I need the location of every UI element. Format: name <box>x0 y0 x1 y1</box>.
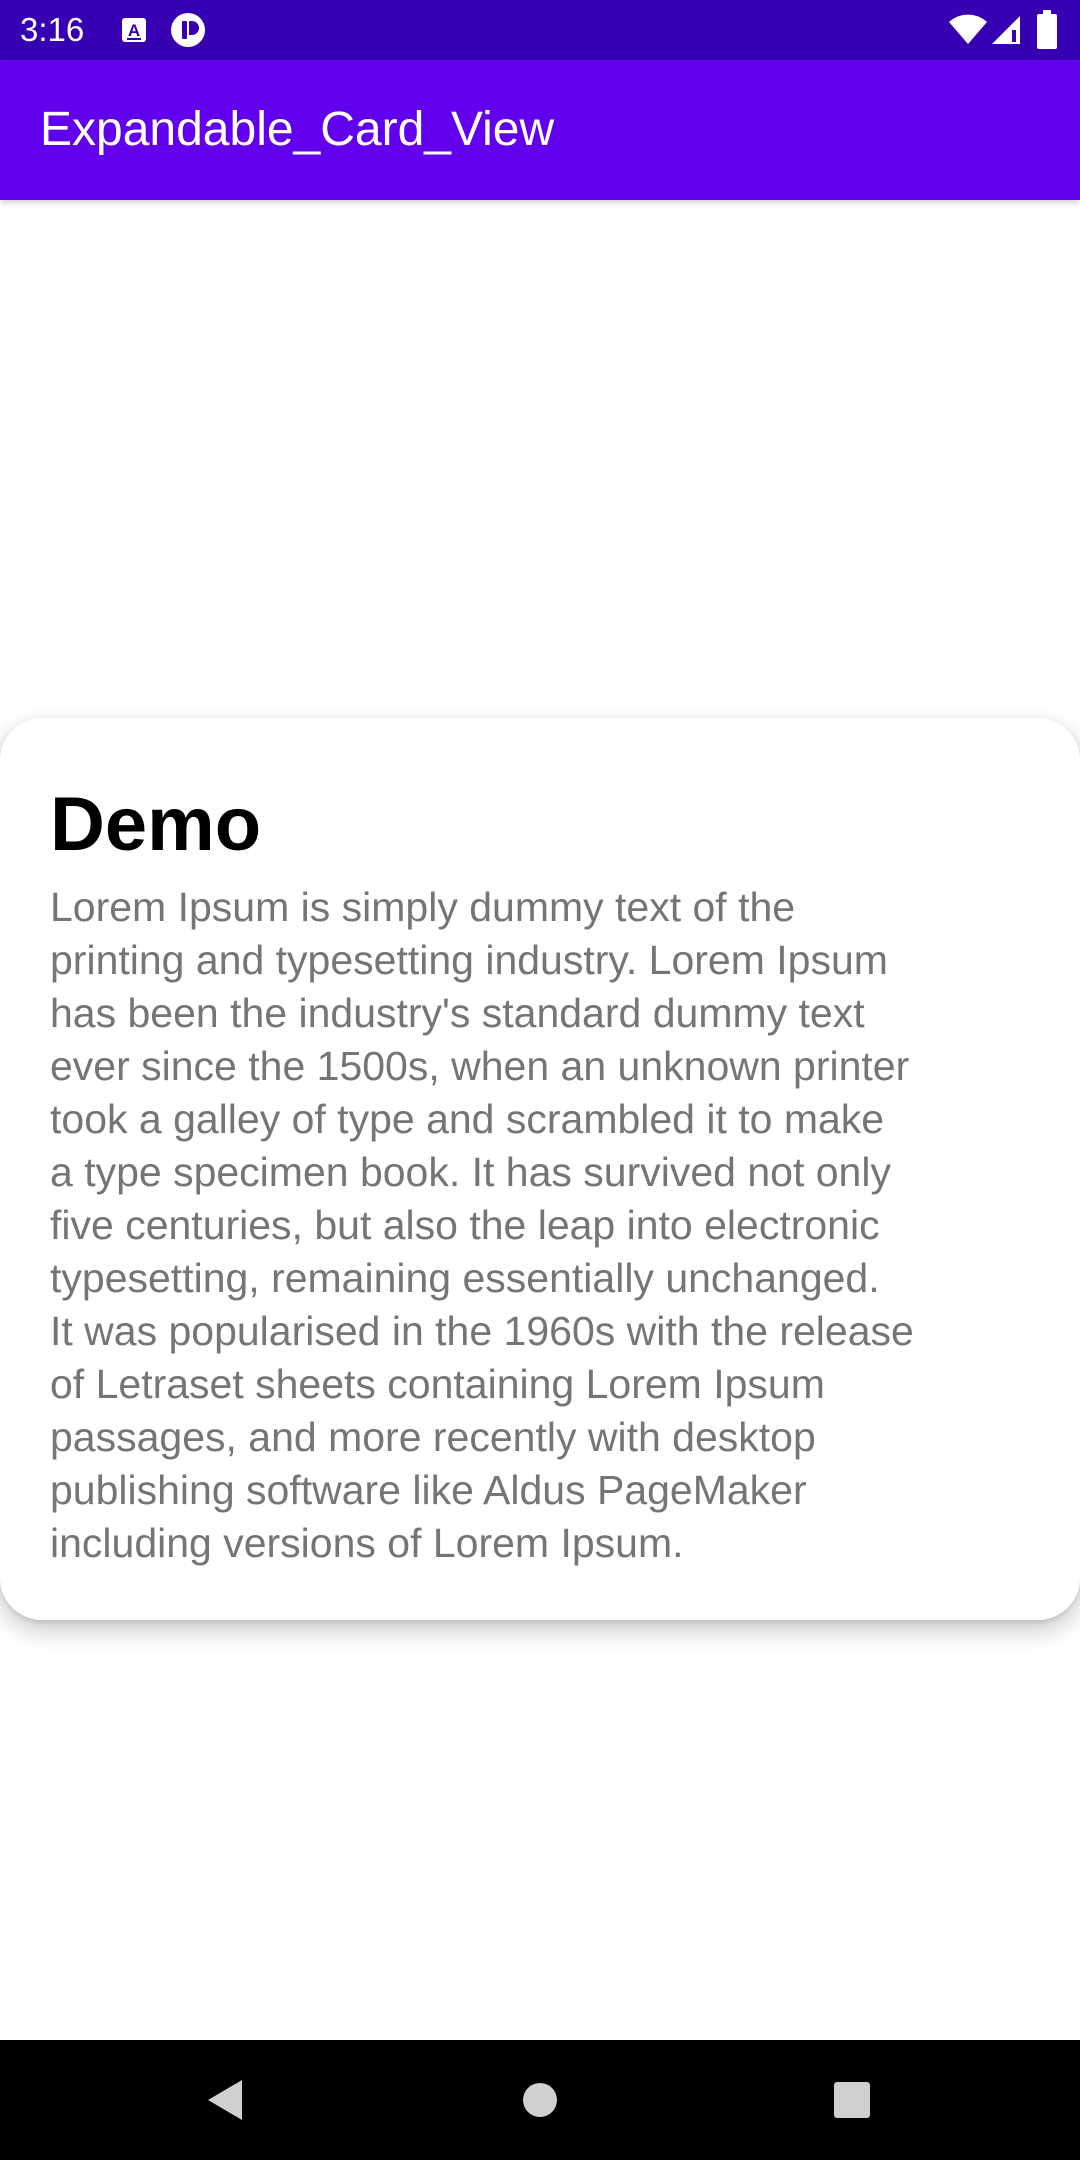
app-bar: Expandable_Card_View <box>0 60 1080 200</box>
svg-text:A: A <box>128 21 140 40</box>
record-icon <box>170 12 206 53</box>
battery-icon <box>1036 10 1058 55</box>
card-body-text: Lorem Ipsum is simply dummy text of the … <box>50 884 914 1566</box>
accessibility-a-icon: A <box>120 16 148 49</box>
home-icon[interactable] <box>504 2064 576 2136</box>
screen: 3:16 A Expandable_Card_View Demo Lorem I… <box>0 0 1080 2160</box>
status-time: 3:16 <box>20 11 85 48</box>
recents-icon[interactable] <box>816 2064 888 2136</box>
signal-icon <box>990 14 1022 51</box>
app-title: Expandable_Card_View <box>40 103 555 156</box>
wifi-icon <box>948 14 988 51</box>
navigation-bar <box>0 2040 1080 2160</box>
expandable-card[interactable]: Demo Lorem Ipsum is simply dummy text of… <box>0 718 1080 1620</box>
status-bar: 3:16 A <box>0 0 1080 60</box>
card-title: Demo <box>50 782 262 867</box>
back-icon[interactable] <box>190 2064 262 2136</box>
